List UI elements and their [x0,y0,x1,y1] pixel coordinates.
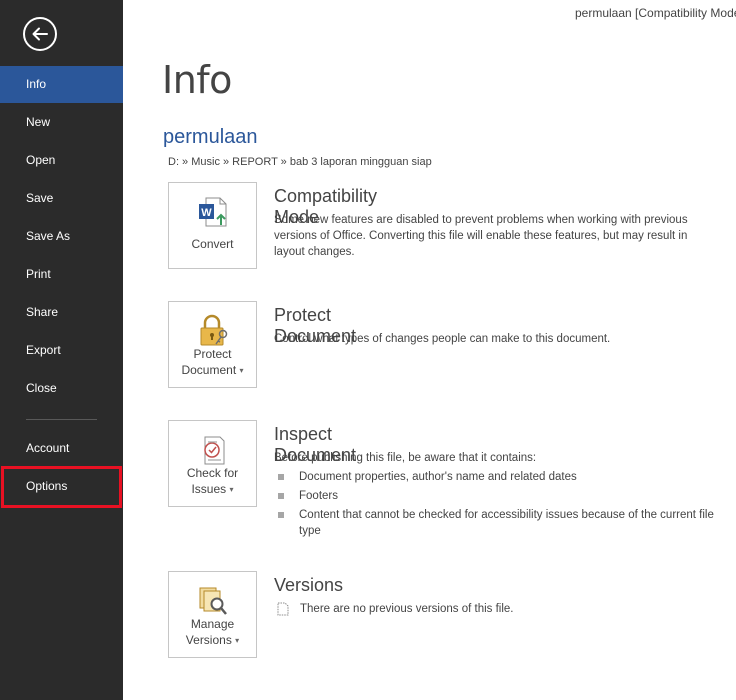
sidebar-item-new[interactable]: New [0,104,123,141]
check-button-line1: Check for [186,466,239,480]
list-item-text: Content that cannot be checked for acces… [299,509,714,537]
protect-button-line2-text: Document [181,363,237,377]
manage-versions-icon [199,587,227,615]
sidebar-item-account[interactable]: Account [0,430,123,467]
document-name: permulaan [163,126,258,148]
svg-text:W: W [201,207,212,219]
list-item-text: Footers [299,490,338,502]
versions-button-line2-text: Versions [185,633,232,647]
protect-button-line2: Document ▾ [169,362,256,379]
sidebar-item-save-as[interactable]: Save As [0,218,123,255]
protect-button-line1: Protect [193,347,232,361]
document-icon [277,602,289,616]
list-item: Footers [274,488,714,504]
convert-document-icon: W [199,197,227,227]
dropdown-caret-icon: ▾ [239,365,244,375]
sidebar-item-export[interactable]: Export [0,332,123,369]
sidebar-item-info[interactable]: Info [0,66,123,103]
protect-document-description: Control what types of changes people can… [274,333,611,345]
sidebar-item-options[interactable]: Options [0,468,123,505]
inspect-bullet-list: Document properties, author's name and r… [274,469,714,542]
versions-button-line1: Manage [190,617,235,631]
list-item: Document properties, author's name and r… [274,469,714,485]
check-for-issues-button[interactable]: Check for Issues ▾ [168,420,257,507]
inspect-document-description: Before publishing this file, be aware th… [274,452,537,464]
dropdown-caret-icon: ▾ [235,635,240,645]
dropdown-caret-icon: ▾ [229,484,234,494]
backstage-sidebar: Info New Open Save Save As Print Share E… [0,0,123,700]
list-item-text: Document properties, author's name and r… [299,471,577,483]
page-title: Info [162,58,232,102]
convert-button[interactable]: W Convert [168,182,257,269]
sidebar-item-save[interactable]: Save [0,180,123,217]
check-button-line2-text: Issues [191,482,227,496]
sidebar-item-share[interactable]: Share [0,294,123,331]
document-path: D: » Music » REPORT » bab 3 laporan ming… [168,156,432,168]
protect-document-button[interactable]: Protect Document ▾ [168,301,257,388]
versions-title: Versions [274,575,344,595]
word-backstage-window: permulaan [Compatibility Mode] Info New … [0,0,736,700]
versions-button-line2: Versions ▾ [169,632,256,649]
bullet-square-icon [278,474,284,480]
checklist-icon [204,436,225,465]
back-arrow-icon [32,27,48,41]
bullet-square-icon [278,493,284,499]
bullet-square-icon [278,512,284,518]
sidebar-item-close[interactable]: Close [0,370,123,407]
convert-button-label: Convert [191,237,234,251]
window-title: permulaan [Compatibility Mode] [575,6,736,20]
compatibility-mode-description: Some new features are disabled to preven… [274,214,688,258]
sidebar-item-open[interactable]: Open [0,142,123,179]
back-button[interactable] [23,17,57,51]
manage-versions-button[interactable]: Manage Versions ▾ [168,571,257,658]
sidebar-divider [26,419,97,420]
list-item: Content that cannot be checked for acces… [274,507,714,539]
lock-key-icon [200,314,228,346]
sidebar-item-print[interactable]: Print [0,256,123,293]
versions-status-row: There are no previous versions of this f… [274,601,714,619]
versions-description: There are no previous versions of this f… [300,603,514,615]
check-button-line2: Issues ▾ [169,481,256,498]
